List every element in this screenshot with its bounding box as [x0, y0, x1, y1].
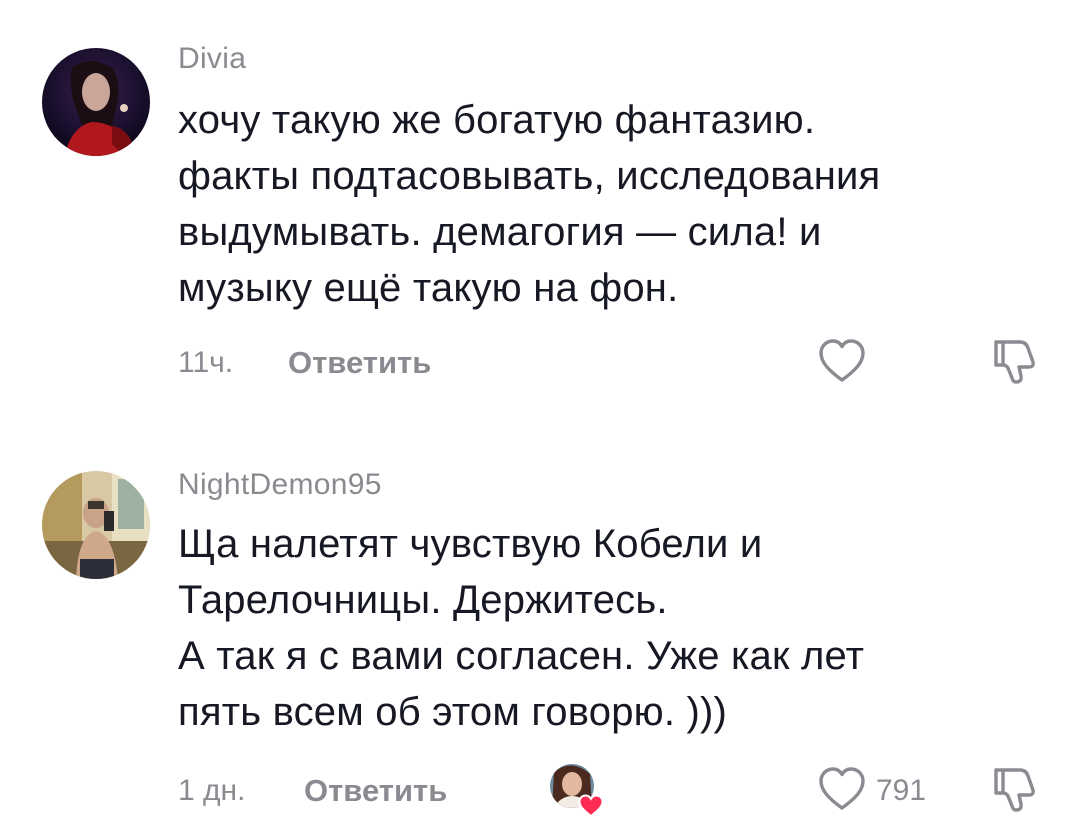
dislike-button[interactable] — [990, 764, 1038, 819]
comment-timestamp: 11ч. — [178, 346, 234, 379]
like-count: 791 — [876, 774, 927, 807]
avatar[interactable] — [42, 471, 150, 579]
creator-liked-badge — [548, 762, 604, 818]
dislike-button[interactable] — [990, 336, 1038, 391]
comment-text: хочу такую же богатую фантазию. факты по… — [178, 98, 881, 310]
avatar-image — [42, 471, 150, 579]
comment-timestamp: 1 дн. — [178, 774, 246, 807]
heart-badge-icon — [578, 794, 604, 818]
reply-button[interactable]: Ответить — [288, 345, 431, 381]
comment-username[interactable]: Divia — [178, 42, 246, 76]
avatar[interactable] — [42, 48, 150, 156]
avatar-image — [42, 48, 150, 156]
comment-item: NightDemon95 Ща налетят чувствую Кобели … — [0, 420, 1080, 839]
thumbs-down-icon — [994, 768, 1035, 812]
reply-button[interactable]: Ответить — [304, 773, 447, 809]
comment-text: Ща налетят чувствую Кобели и Тарелочницы… — [178, 522, 865, 734]
comment-username[interactable]: NightDemon95 — [178, 468, 382, 502]
comment-item: Divia хочу такую же богатую фантазию. фа… — [0, 0, 1080, 420]
heart-outline-icon — [819, 339, 865, 382]
like-button[interactable] — [818, 766, 866, 817]
like-button[interactable] — [818, 338, 866, 389]
thumbs-down-icon — [994, 340, 1035, 384]
heart-outline-icon — [819, 767, 865, 810]
